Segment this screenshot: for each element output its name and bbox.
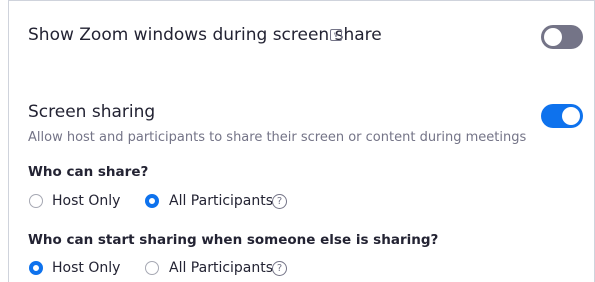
who-can-start-host-only-radio[interactable]: [29, 261, 43, 275]
toggle-knob: [562, 107, 580, 125]
zoom-windows-title: Show Zoom windows during screen share: [28, 25, 382, 45]
screen-sharing-title: Screen sharing: [28, 102, 156, 122]
who-can-start-host-only-label[interactable]: Host Only: [52, 259, 120, 277]
who-can-share-host-only-radio[interactable]: [29, 194, 43, 208]
v-badge-icon: v: [330, 29, 342, 41]
zoom-windows-toggle[interactable]: [541, 25, 583, 49]
who-can-share-label: Who can share?: [28, 164, 149, 180]
who-can-start-all-participants-label[interactable]: All Participants: [169, 259, 273, 277]
who-can-share-all-participants-radio[interactable]: [145, 194, 159, 208]
left-margin: [0, 0, 8, 282]
question-icon[interactable]: ?: [272, 194, 287, 209]
screen-sharing-description: Allow host and participants to share the…: [28, 130, 527, 145]
settings-panel: Show Zoom windows during screen share v …: [0, 0, 595, 282]
toggle-knob: [544, 28, 562, 46]
who-can-share-all-participants-label[interactable]: All Participants: [169, 192, 273, 210]
question-icon[interactable]: ?: [272, 261, 287, 276]
who-can-start-all-participants-radio[interactable]: [145, 261, 159, 275]
who-can-start-label: Who can start sharing when someone else …: [28, 232, 439, 248]
who-can-share-host-only-label[interactable]: Host Only: [52, 192, 120, 210]
screen-sharing-toggle[interactable]: [541, 104, 583, 128]
